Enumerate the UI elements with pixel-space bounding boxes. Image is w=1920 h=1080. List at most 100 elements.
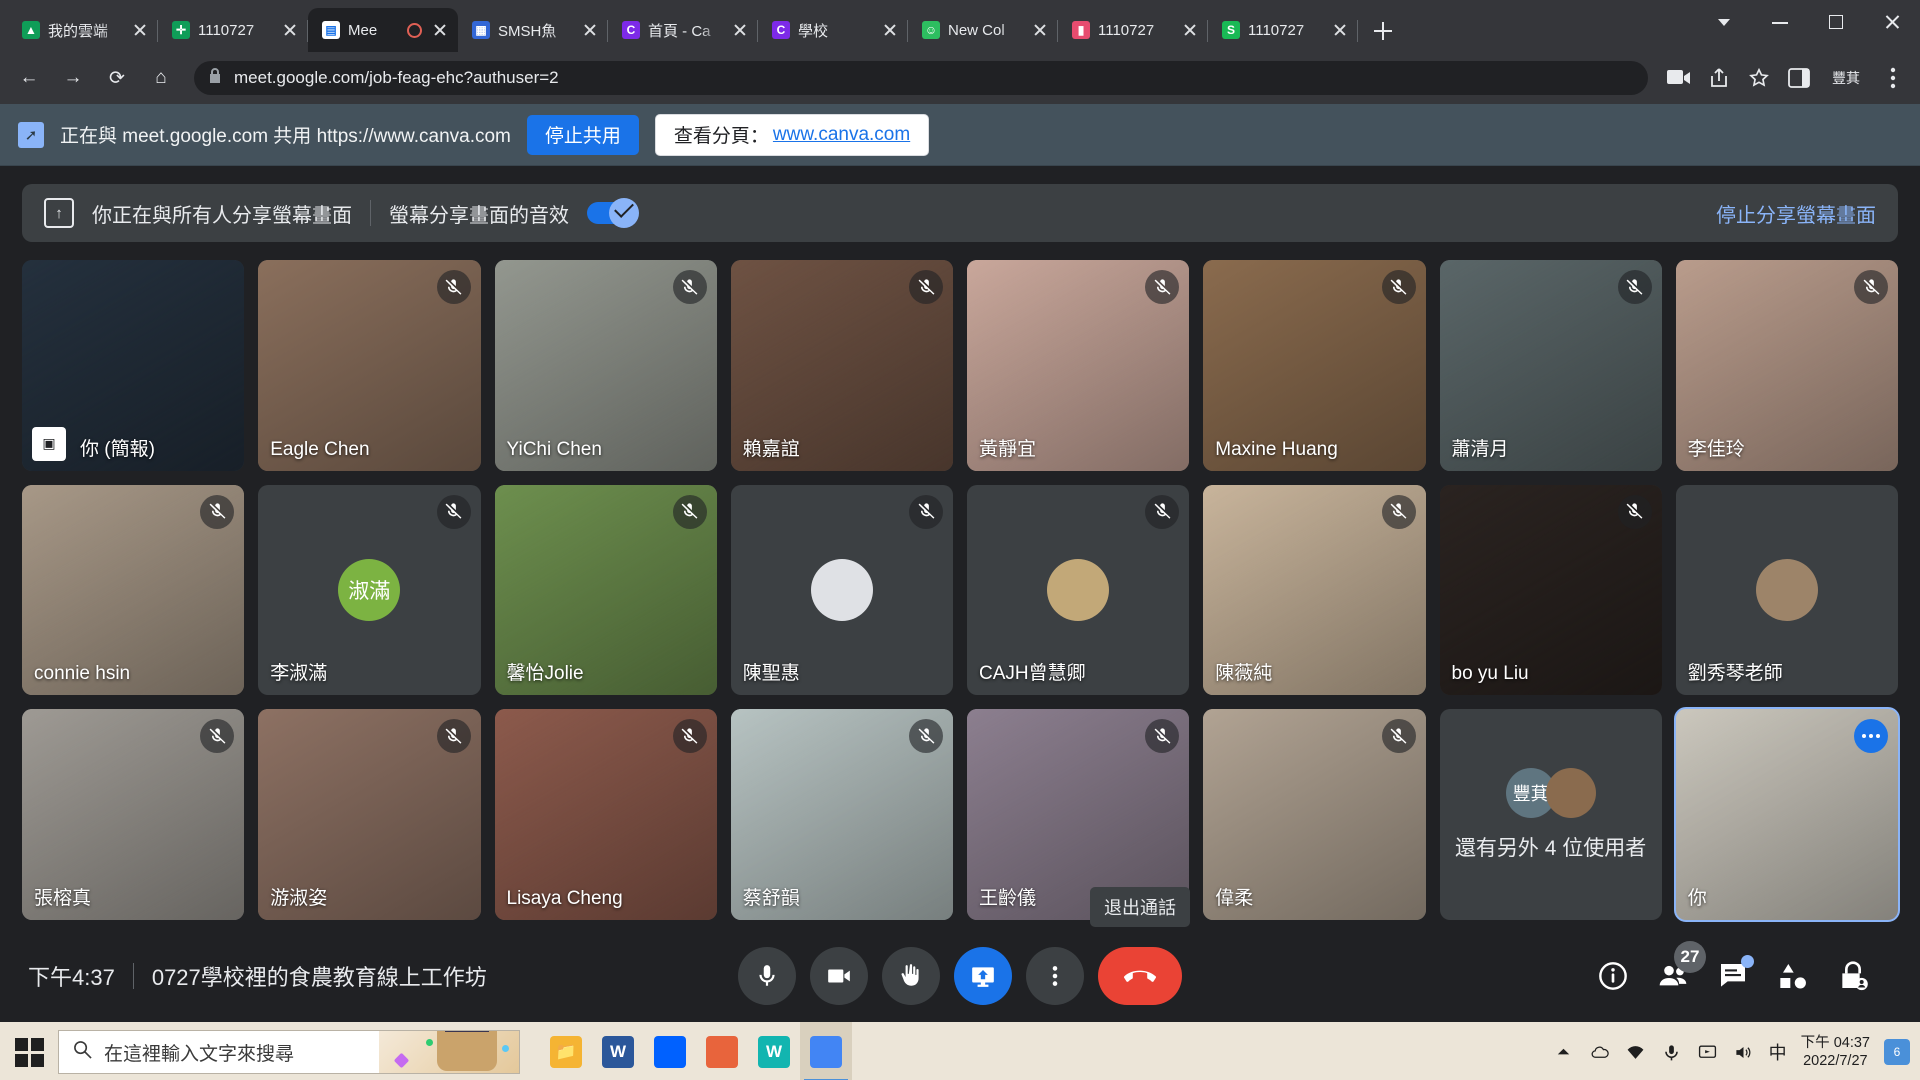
participant-tile[interactable]: 賴嘉誼 <box>731 260 953 471</box>
browser-tab[interactable]: ✛1110727 <box>158 8 308 52</box>
overflow-participants-tile[interactable]: 豐萁還有另外 4 位使用者 <box>1440 709 1662 920</box>
participant-tile[interactable]: 馨怡Jolie <box>495 485 717 696</box>
participant-tile[interactable]: Maxine Huang <box>1203 260 1425 471</box>
chrome-menu-icon[interactable] <box>1876 61 1910 95</box>
close-window-button[interactable] <box>1864 0 1920 44</box>
browser-tab[interactable]: C首頁 - Ca <box>608 8 758 52</box>
close-tab-button[interactable] <box>880 20 900 40</box>
windows-logo-icon <box>15 1038 44 1067</box>
close-tab-button[interactable] <box>430 20 450 40</box>
show-hidden-icons-button[interactable] <box>1553 1041 1575 1063</box>
forward-button[interactable]: → <box>54 59 92 97</box>
raise-hand-button[interactable] <box>882 947 940 1005</box>
participant-tile[interactable]: 李佳玲 <box>1676 260 1898 471</box>
taskbar-app-chrome[interactable] <box>800 1022 852 1080</box>
taskbar-app-dropbox[interactable] <box>644 1022 696 1080</box>
participants-button[interactable]: 27 <box>1656 959 1690 993</box>
participant-tile[interactable]: 淑滿李淑滿 <box>258 485 480 696</box>
chat-button[interactable] <box>1716 959 1750 993</box>
participant-tile[interactable]: 陳聖惠 <box>731 485 953 696</box>
microphone-button[interactable] <box>738 947 796 1005</box>
minimize-button[interactable] <box>1752 0 1808 44</box>
infobar-text: 正在與 meet.google.com 共用 https://www.canva… <box>60 121 511 148</box>
participant-tile[interactable]: 你 <box>1676 709 1898 920</box>
bookmark-star-icon[interactable] <box>1742 61 1776 95</box>
ime-indicator[interactable]: 中 <box>1769 1039 1787 1065</box>
side-panel-icon[interactable] <box>1782 61 1816 95</box>
more-options-button[interactable] <box>1026 947 1084 1005</box>
presentation-tray-icon[interactable] <box>1697 1041 1719 1063</box>
browser-tab-title: Mee <box>348 22 399 39</box>
participant-tile[interactable]: 蔡舒韻 <box>731 709 953 920</box>
host-controls-button[interactable] <box>1836 959 1870 993</box>
taskbar-app-file-explorer[interactable]: 📁 <box>540 1022 592 1080</box>
participant-tile[interactable]: Lisaya Cheng <box>495 709 717 920</box>
close-tab-button[interactable] <box>130 20 150 40</box>
participant-tile[interactable]: 偉柔 <box>1203 709 1425 920</box>
browser-tab-strip: ▲我的雲端✛1110727▤Mee▦SMSH魚C首頁 - CaC學校☺New C… <box>0 0 1920 52</box>
mic-off-icon <box>200 495 234 529</box>
camera-button[interactable] <box>810 947 868 1005</box>
participant-tile[interactable]: 張榕真 <box>22 709 244 920</box>
browser-tab[interactable]: ☺New Col <box>908 8 1058 52</box>
browser-tab[interactable]: ▤Mee <box>308 8 458 52</box>
participant-tile[interactable]: 游淑姿 <box>258 709 480 920</box>
view-tab-button[interactable]: 查看分頁： www.canva.com <box>655 114 929 156</box>
home-button[interactable]: ⌂ <box>142 59 180 97</box>
participant-tile[interactable]: 劉秀琴老師 <box>1676 485 1898 696</box>
share-icon[interactable] <box>1702 61 1736 95</box>
activities-button[interactable] <box>1776 959 1810 993</box>
volume-icon[interactable] <box>1733 1041 1755 1063</box>
browser-tab[interactable]: ▦SMSH魚 <box>458 8 608 52</box>
participant-name: Maxine Huang <box>1215 439 1338 461</box>
browser-tab[interactable]: ▲我的雲端 <box>8 8 158 52</box>
meeting-details-button[interactable] <box>1596 959 1630 993</box>
participant-name: Lisaya Cheng <box>507 888 623 910</box>
network-icon[interactable] <box>1625 1041 1647 1063</box>
browser-tab[interactable]: S1110727 <box>1208 8 1358 52</box>
screen-share-active-icon[interactable] <box>1662 61 1696 95</box>
leave-call-button[interactable] <box>1098 947 1182 1005</box>
start-button[interactable] <box>0 1022 58 1080</box>
new-tab-button[interactable] <box>1366 14 1400 48</box>
close-tab-button[interactable] <box>580 20 600 40</box>
profile-button[interactable]: 豐萁 <box>1822 63 1870 93</box>
close-tab-button[interactable] <box>1030 20 1050 40</box>
microphone-tray-icon[interactable] <box>1661 1041 1683 1063</box>
close-tab-button[interactable] <box>730 20 750 40</box>
participant-tile[interactable]: bo yu Liu <box>1440 485 1662 696</box>
back-button[interactable]: ← <box>10 59 48 97</box>
taskbar-search-box[interactable]: 在這裡輸入文字來搜尋 <box>58 1030 520 1074</box>
participants-count-badge: 27 <box>1674 941 1706 973</box>
participant-tile[interactable]: YiChi Chen <box>495 260 717 471</box>
participant-tile[interactable]: 黃靜宜 <box>967 260 1189 471</box>
share-audio-toggle[interactable] <box>587 202 633 224</box>
taskbar-app-word[interactable]: W <box>592 1022 644 1080</box>
taskbar-clock[interactable]: 下午 04:37 2022/7/27 <box>1801 1034 1870 1070</box>
present-now-button[interactable] <box>954 947 1012 1005</box>
participant-tile[interactable]: connie hsin <box>22 485 244 696</box>
reload-button[interactable]: ⟳ <box>98 59 136 97</box>
participant-tile[interactable]: CAJH曾慧卿 <box>967 485 1189 696</box>
participant-tile[interactable]: Eagle Chen <box>258 260 480 471</box>
participant-tile[interactable]: 蕭清月 <box>1440 260 1662 471</box>
taskbar-app-app-tiles[interactable] <box>696 1022 748 1080</box>
stop-sharing-button[interactable]: 停止共用 <box>527 115 639 155</box>
participant-tile[interactable]: ▣你 (簡報) <box>22 260 244 471</box>
taskbar-app-webex[interactable]: W <box>748 1022 800 1080</box>
participant-name: bo yu Liu <box>1452 663 1529 685</box>
maximize-button[interactable] <box>1808 0 1864 44</box>
participant-name: YiChi Chen <box>507 439 602 461</box>
stop-presenting-link[interactable]: 停止分享螢幕畫面 <box>1716 199 1876 228</box>
browser-tab[interactable]: ▮1110727 <box>1058 8 1208 52</box>
notification-center-button[interactable]: 6 <box>1884 1039 1910 1065</box>
close-tab-button[interactable] <box>1330 20 1350 40</box>
close-tab-button[interactable] <box>1180 20 1200 40</box>
close-tab-button[interactable] <box>280 20 300 40</box>
participant-tile[interactable]: 陳薇純 <box>1203 485 1425 696</box>
browser-tab[interactable]: C學校 <box>758 8 908 52</box>
tab-search-button[interactable] <box>1696 0 1752 44</box>
search-placeholder: 在這裡輸入文字來搜尋 <box>104 1039 294 1066</box>
onedrive-icon[interactable] <box>1589 1041 1611 1063</box>
address-bar[interactable]: meet.google.com/job-feag-ehc?authuser=2 <box>194 61 1648 95</box>
